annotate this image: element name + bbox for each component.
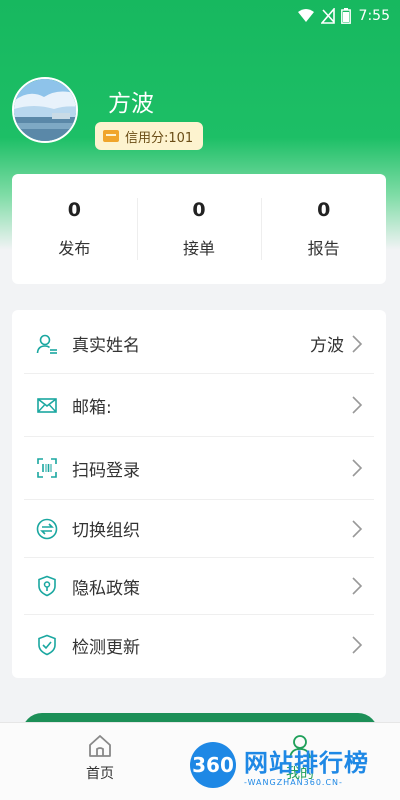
- menu-label: 扫码登录: [72, 460, 140, 481]
- avatar[interactable]: [12, 77, 78, 143]
- scan-icon: [36, 457, 58, 479]
- watermark-subtitle: -WANGZHAN360.CN-: [244, 778, 343, 787]
- shield-check-icon: [36, 634, 58, 656]
- wallet-icon: [103, 130, 119, 142]
- credit-badge: 信用分:101: [95, 122, 204, 150]
- signal-off-icon: [320, 8, 335, 24]
- menu-label: 切换组织: [72, 521, 140, 541]
- mail-icon: [36, 394, 58, 416]
- chevron-right-icon: [352, 519, 363, 538]
- watermark: 360 网站排行榜 -WANGZHAN360.CN-: [190, 742, 369, 788]
- tab-home[interactable]: 首页: [0, 723, 200, 800]
- chevron-right-icon: [352, 636, 363, 654]
- stat-value: 0: [192, 199, 206, 221]
- menu-item-check-update[interactable]: 检测更新: [24, 615, 374, 675]
- user-id-icon: [36, 333, 58, 355]
- stat-publish[interactable]: 0 发布: [12, 174, 137, 284]
- menu-card: 真实姓名 方波 邮箱: 扫码登录 切换组织 隐私政策 检测更新: [12, 310, 386, 678]
- menu-item-email[interactable]: 邮箱:: [24, 374, 374, 437]
- menu-item-scan-login[interactable]: 扫码登录: [24, 437, 374, 500]
- shield-lock-icon: [36, 575, 58, 597]
- stat-reports[interactable]: 0 报告: [261, 174, 386, 284]
- watermark-logo: 360: [190, 742, 236, 788]
- chevron-right-icon: [352, 396, 363, 414]
- menu-item-real-name[interactable]: 真实姓名 方波: [24, 314, 374, 374]
- chevron-right-icon: [352, 334, 363, 353]
- user-name: 方波: [108, 91, 154, 117]
- stats-card: 0 发布 0 接单 0 报告: [12, 174, 386, 284]
- stat-value: 0: [317, 199, 331, 221]
- tab-label: 首页: [86, 766, 114, 782]
- stat-orders[interactable]: 0 接单: [136, 174, 262, 284]
- menu-label: 隐私政策: [72, 578, 140, 599]
- menu-label: 检测更新: [72, 637, 140, 658]
- menu-item-switch-org[interactable]: 切换组织: [24, 500, 374, 558]
- stat-label: 接单: [183, 239, 216, 258]
- chevron-right-icon: [352, 459, 363, 477]
- stat-value: 0: [67, 199, 81, 221]
- status-bar: 7:55: [0, 0, 400, 32]
- chevron-right-icon: [352, 577, 363, 595]
- menu-label: 真实姓名: [72, 336, 140, 356]
- stat-label: 报告: [307, 239, 340, 258]
- wifi-icon: [297, 9, 315, 23]
- menu-value: 方波: [310, 336, 344, 356]
- menu-item-privacy[interactable]: 隐私政策: [24, 558, 374, 615]
- menu-label: 邮箱:: [72, 397, 112, 418]
- status-time: 7:55: [358, 8, 390, 24]
- switch-icon: [36, 518, 58, 540]
- watermark-title: 网站排行榜: [244, 749, 369, 777]
- stat-label: 发布: [58, 239, 91, 258]
- credit-score: 信用分:101: [125, 130, 194, 146]
- battery-icon: [340, 8, 351, 24]
- home-icon: [89, 735, 111, 757]
